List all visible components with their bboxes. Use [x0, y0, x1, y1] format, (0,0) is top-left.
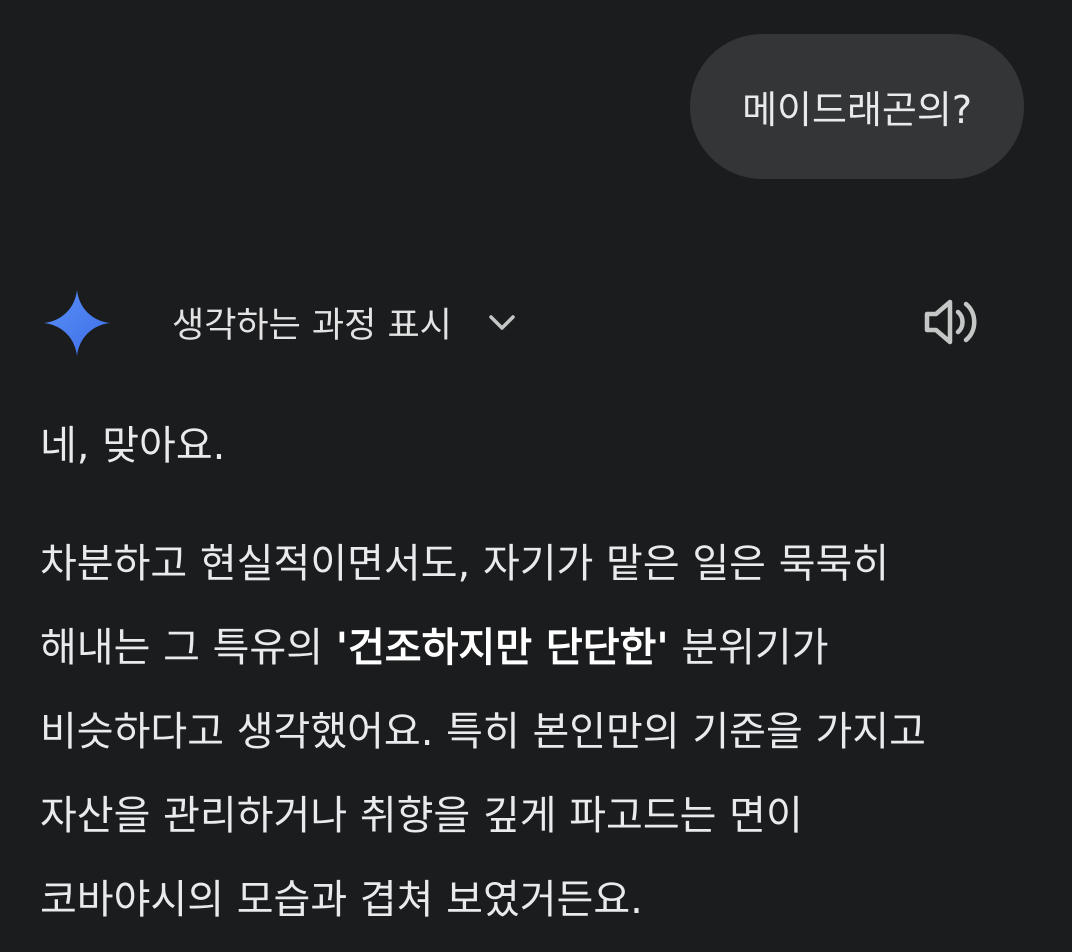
response-bold-phrase: '건조하지만 단단한' [335, 625, 669, 671]
response-line-4: 자산을 관리하거나 취향을 깊게 파고드는 면이 [40, 793, 803, 839]
response-paragraph-1: 네, 맞아요. [40, 423, 226, 469]
speaker-icon[interactable] [922, 294, 982, 350]
response-paragraph-2: 차분하고 현실적이면서도, 자기가 맡은 일은 묵묵히 해내는 그 특유의 '건… [40, 532, 1040, 952]
response-line-2-start: 해내는 그 특유의 [40, 625, 336, 671]
response-line-3: 비슷하다고 생각했어요. 특히 본인만의 기준을 가지고 [40, 709, 926, 755]
response-line-5: 코바야시의 모습과 겹쳐 보였거든요. [40, 877, 643, 923]
response-header: 생각하는 과정 표시 [40, 286, 1040, 358]
thinking-toggle-label: 생각하는 과정 표시 [172, 305, 452, 346]
gemini-sparkle-icon [44, 290, 110, 356]
response-line-2: 해내는 그 특유의 '건조하지만 단단한' 분위기가 [40, 616, 1040, 700]
chevron-down-icon [484, 304, 520, 340]
response-line-1: 차분하고 현실적이면서도, 자기가 맡은 일은 묵묵히 [40, 541, 890, 587]
response-body: 네, 맞아요. 차분하고 현실적이면서도, 자기가 맡은 일은 묵묵히 해내는 … [40, 414, 1040, 923]
show-thinking-toggle[interactable]: 생각하는 과정 표시 [172, 296, 520, 348]
response-line-2-end: 분위기가 [668, 625, 829, 671]
user-message-text: 메이드래곤의? [742, 88, 972, 132]
user-message-bubble: 메이드래곤의? [690, 34, 1024, 179]
